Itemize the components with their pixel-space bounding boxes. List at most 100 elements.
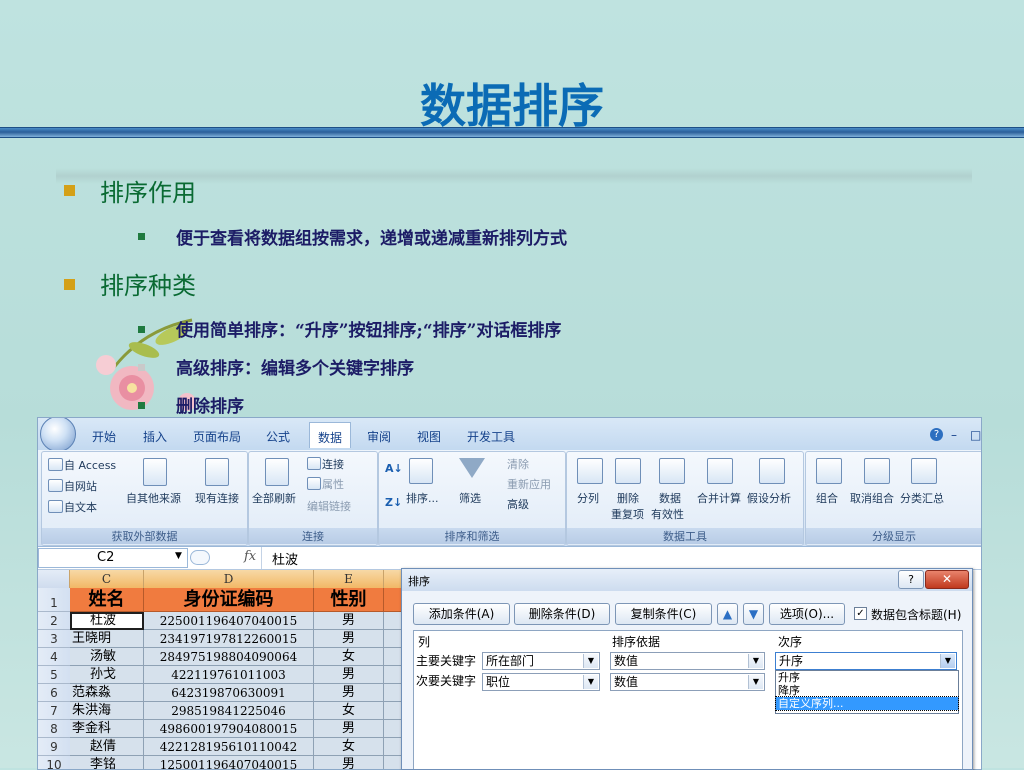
clear-button[interactable]: 清除	[507, 456, 529, 472]
cell-name[interactable]: 朱洪海	[70, 702, 144, 720]
select-all-corner[interactable]	[38, 570, 70, 588]
row-header[interactable]: 8	[38, 720, 70, 738]
formula-bar-toggle-icon[interactable]	[190, 550, 210, 565]
column-header-e[interactable]: E	[314, 570, 384, 588]
tab-data[interactable]: 数据	[309, 422, 352, 448]
name-box[interactable]: C2 ▼	[38, 548, 188, 568]
option-descending[interactable]: 降序	[776, 684, 958, 697]
from-text-button[interactable]: 自文本	[64, 499, 97, 515]
tab-developer[interactable]: 开发工具	[467, 428, 515, 445]
help-icon[interactable]: ?	[898, 570, 924, 589]
options-button[interactable]: 选项(O)...	[769, 603, 845, 625]
chevron-down-icon[interactable]: ▼	[175, 551, 182, 561]
what-if-analysis-button[interactable]: 假设分析	[747, 490, 791, 506]
ungroup-button[interactable]: 取消组合	[850, 490, 894, 506]
row-header[interactable]: 3	[38, 630, 70, 648]
chevron-down-icon[interactable]: ▼	[940, 654, 955, 668]
secondary-basis-select[interactable]: 数值 ▼	[610, 673, 765, 691]
row-header[interactable]: 9	[38, 738, 70, 756]
column-header-d[interactable]: D	[144, 570, 314, 588]
subtotal-button[interactable]: 分类汇总	[900, 490, 944, 506]
function-icon[interactable]: fx	[244, 549, 256, 564]
from-web-button[interactable]: 自网站	[64, 478, 97, 494]
tab-insert[interactable]: 插入	[143, 428, 167, 445]
chevron-down-icon[interactable]: ▼	[583, 654, 598, 668]
filter-button[interactable]: 筛选	[459, 490, 481, 506]
cell-name[interactable]: 汤敏	[70, 648, 144, 666]
move-down-icon[interactable]: ▼	[743, 603, 764, 625]
chevron-down-icon[interactable]: ▼	[748, 675, 763, 689]
cell-gender[interactable]: 男	[314, 720, 384, 738]
cell-name[interactable]: 赵倩	[70, 738, 144, 756]
option-ascending[interactable]: 升序	[776, 671, 958, 684]
add-condition-button[interactable]: 添加条件(A)	[413, 603, 510, 625]
cell-id[interactable]: 284975198804090064	[144, 648, 314, 666]
data-validation-button[interactable]: 数据	[659, 490, 681, 506]
header-cell-name[interactable]: 姓名	[70, 588, 144, 612]
cell-id[interactable]: 498600197904080015	[144, 720, 314, 738]
remove-duplicates-button[interactable]: 删除	[617, 490, 639, 506]
sort-descending-icon[interactable]: Z↓	[385, 496, 402, 509]
copy-condition-button[interactable]: 复制条件(C)	[615, 603, 712, 625]
move-up-icon[interactable]: ▲	[717, 603, 738, 625]
header-cell-id[interactable]: 身份证编码	[144, 588, 314, 612]
chevron-down-icon[interactable]: ▼	[748, 654, 763, 668]
from-access-button[interactable]: 自 Access	[64, 457, 116, 473]
option-custom-list[interactable]: 自定义序列...	[775, 696, 959, 711]
secondary-column-select[interactable]: 职位 ▼	[482, 673, 600, 691]
cell-name[interactable]: 王晓明	[70, 630, 144, 648]
formula-input[interactable]: 杜波	[272, 549, 298, 568]
row-header[interactable]: 7	[38, 702, 70, 720]
consolidate-button[interactable]: 合并计算	[697, 490, 741, 506]
chevron-down-icon[interactable]: ▼	[583, 675, 598, 689]
column-header-c[interactable]: C	[70, 570, 144, 588]
cell-name[interactable]: 李金科	[70, 720, 144, 738]
row-header[interactable]: 4	[38, 648, 70, 666]
help-icon[interactable]: ?	[930, 428, 943, 441]
tab-formulas[interactable]: 公式	[266, 428, 290, 445]
primary-column-select[interactable]: 所在部门 ▼	[482, 652, 600, 670]
office-button[interactable]	[40, 418, 76, 452]
cell-id[interactable]: 422119761011003	[144, 666, 314, 684]
delete-condition-button[interactable]: 删除条件(D)	[514, 603, 610, 625]
cell-id[interactable]: 642319870630091	[144, 684, 314, 702]
cell-id[interactable]: 298519841225046	[144, 702, 314, 720]
tab-review[interactable]: 审阅	[367, 428, 391, 445]
connections-button[interactable]: 连接	[322, 456, 344, 472]
cell-id[interactable]: 422128195610110042	[144, 738, 314, 756]
tab-view[interactable]: 视图	[417, 428, 441, 445]
cell-id[interactable]: 234197197812260015	[144, 630, 314, 648]
cell-gender[interactable]: 男	[314, 612, 384, 630]
cell-gender[interactable]: 男	[314, 630, 384, 648]
cell-gender[interactable]: 女	[314, 738, 384, 756]
sort-button[interactable]: 排序...	[406, 490, 439, 506]
cell-name[interactable]: 孙戈	[70, 666, 144, 684]
from-other-sources-button[interactable]: 自其他来源	[126, 490, 181, 506]
restore-icon[interactable]: □	[970, 428, 981, 442]
minimize-icon[interactable]: –	[951, 428, 957, 442]
cell-gender[interactable]: 女	[314, 648, 384, 666]
cell-gender[interactable]: 男	[314, 666, 384, 684]
cell-gender[interactable]: 女	[314, 702, 384, 720]
header-cell-gender[interactable]: 性别	[314, 588, 384, 612]
header-checkbox[interactable]: ✓	[854, 607, 867, 620]
row-header[interactable]: 6	[38, 684, 70, 702]
close-icon[interactable]: ✕	[925, 570, 969, 589]
cell-name[interactable]: 杜波	[70, 612, 144, 630]
primary-order-select[interactable]: 升序 ▼	[775, 652, 957, 670]
advanced-button[interactable]: 高级	[507, 496, 529, 512]
tab-page-layout[interactable]: 页面布局	[193, 428, 241, 445]
group-button[interactable]: 组合	[816, 490, 838, 506]
row-header[interactable]: 1	[38, 588, 70, 612]
reapply-button[interactable]: 重新应用	[507, 476, 551, 492]
properties-button[interactable]: 属性	[322, 476, 344, 492]
tab-home[interactable]: 开始	[92, 428, 116, 445]
refresh-all-button[interactable]: 全部刷新	[252, 490, 296, 506]
text-to-columns-button[interactable]: 分列	[577, 490, 599, 506]
cell-id[interactable]: 225001196407040015	[144, 612, 314, 630]
row-header[interactable]: 5	[38, 666, 70, 684]
existing-connections-button[interactable]: 现有连接	[195, 490, 239, 506]
edit-links-button[interactable]: 编辑链接	[307, 498, 351, 514]
cell-name[interactable]: 范森淼	[70, 684, 144, 702]
row-header[interactable]: 2	[38, 612, 70, 630]
